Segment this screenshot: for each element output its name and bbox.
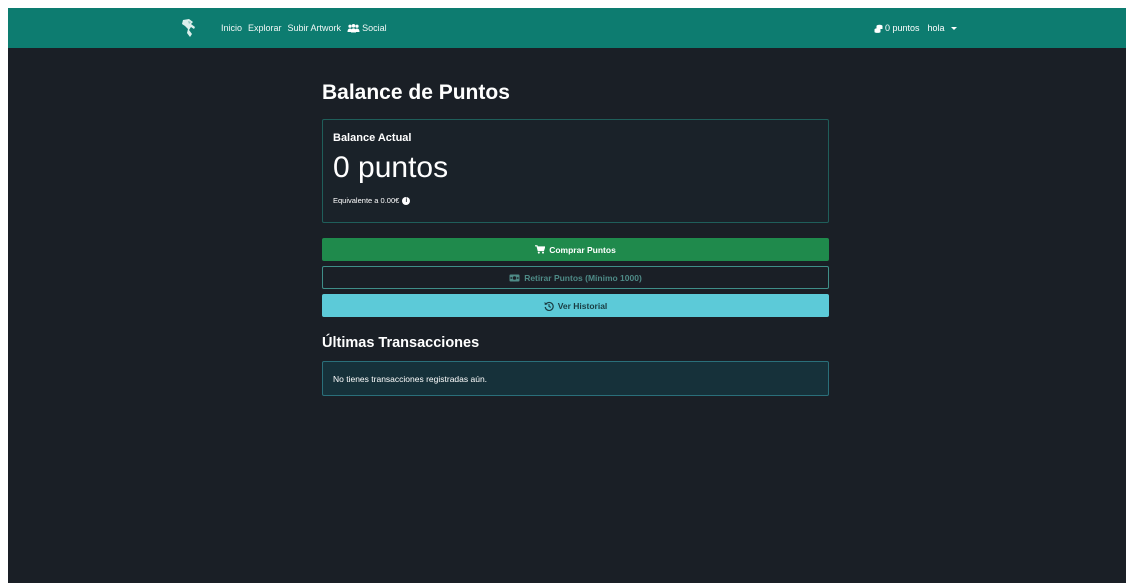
transactions-title: Últimas Transacciones — [322, 335, 480, 351]
page-title: Balance de Puntos — [322, 81, 510, 104]
money-bill-icon — [509, 274, 520, 282]
transactions-empty-alert: No tienes transacciones registradas aún. — [322, 361, 829, 396]
app-window: Inicio Explorar Subir Artwork Social 0 p… — [8, 8, 1126, 583]
points-indicator[interactable]: 0 puntos — [874, 23, 920, 33]
view-history-label: Ver Historial — [557, 300, 608, 311]
withdraw-points-label: Retirar Puntos (Mínimo 1000) — [524, 272, 642, 283]
balance-card: Balance Actual 0 puntos Equivalente a 0.… — [322, 119, 829, 223]
coins-icon — [874, 24, 883, 33]
nav-link-upload[interactable]: Subir Artwork — [288, 23, 342, 33]
users-icon — [347, 23, 360, 33]
nav-right: 0 puntos hola — [874, 8, 957, 48]
user-label: hola — [927, 23, 945, 33]
buy-points-label: Comprar Puntos — [549, 244, 616, 255]
balance-label: Balance Actual — [333, 132, 412, 144]
withdraw-points-button[interactable]: Retirar Puntos (Mínimo 1000) — [322, 266, 829, 289]
equivalent-text: Equivalente a 0.00€ — [333, 196, 400, 205]
caret-down-icon — [950, 26, 957, 30]
balance-value: 0 puntos — [333, 151, 449, 184]
main-content: Balance de Puntos Balance Actual 0 punto… — [322, 48, 829, 396]
view-history-button[interactable]: Ver Historial — [322, 294, 829, 317]
info-icon[interactable]: i — [402, 196, 411, 205]
nav-links: Inicio Explorar Subir Artwork Social — [221, 8, 387, 48]
nav-link-explore[interactable]: Explorar — [248, 23, 282, 33]
cart-icon — [535, 245, 546, 254]
points-label: 0 puntos — [885, 23, 920, 33]
navbar: Inicio Explorar Subir Artwork Social 0 p… — [8, 8, 1126, 48]
user-dropdown[interactable]: hola — [928, 23, 957, 33]
balance-equivalent: Equivalente a 0.00€ i — [333, 196, 818, 205]
buy-points-button[interactable]: Comprar Puntos — [322, 238, 829, 261]
nav-link-social[interactable]: Social — [347, 23, 387, 33]
horse-logo-icon[interactable] — [180, 18, 198, 38]
nav-link-home[interactable]: Inicio — [221, 23, 242, 33]
history-icon — [544, 301, 554, 311]
nav-link-social-label: Social — [362, 23, 387, 33]
transactions-empty-message: No tienes transacciones registradas aún. — [333, 373, 488, 384]
